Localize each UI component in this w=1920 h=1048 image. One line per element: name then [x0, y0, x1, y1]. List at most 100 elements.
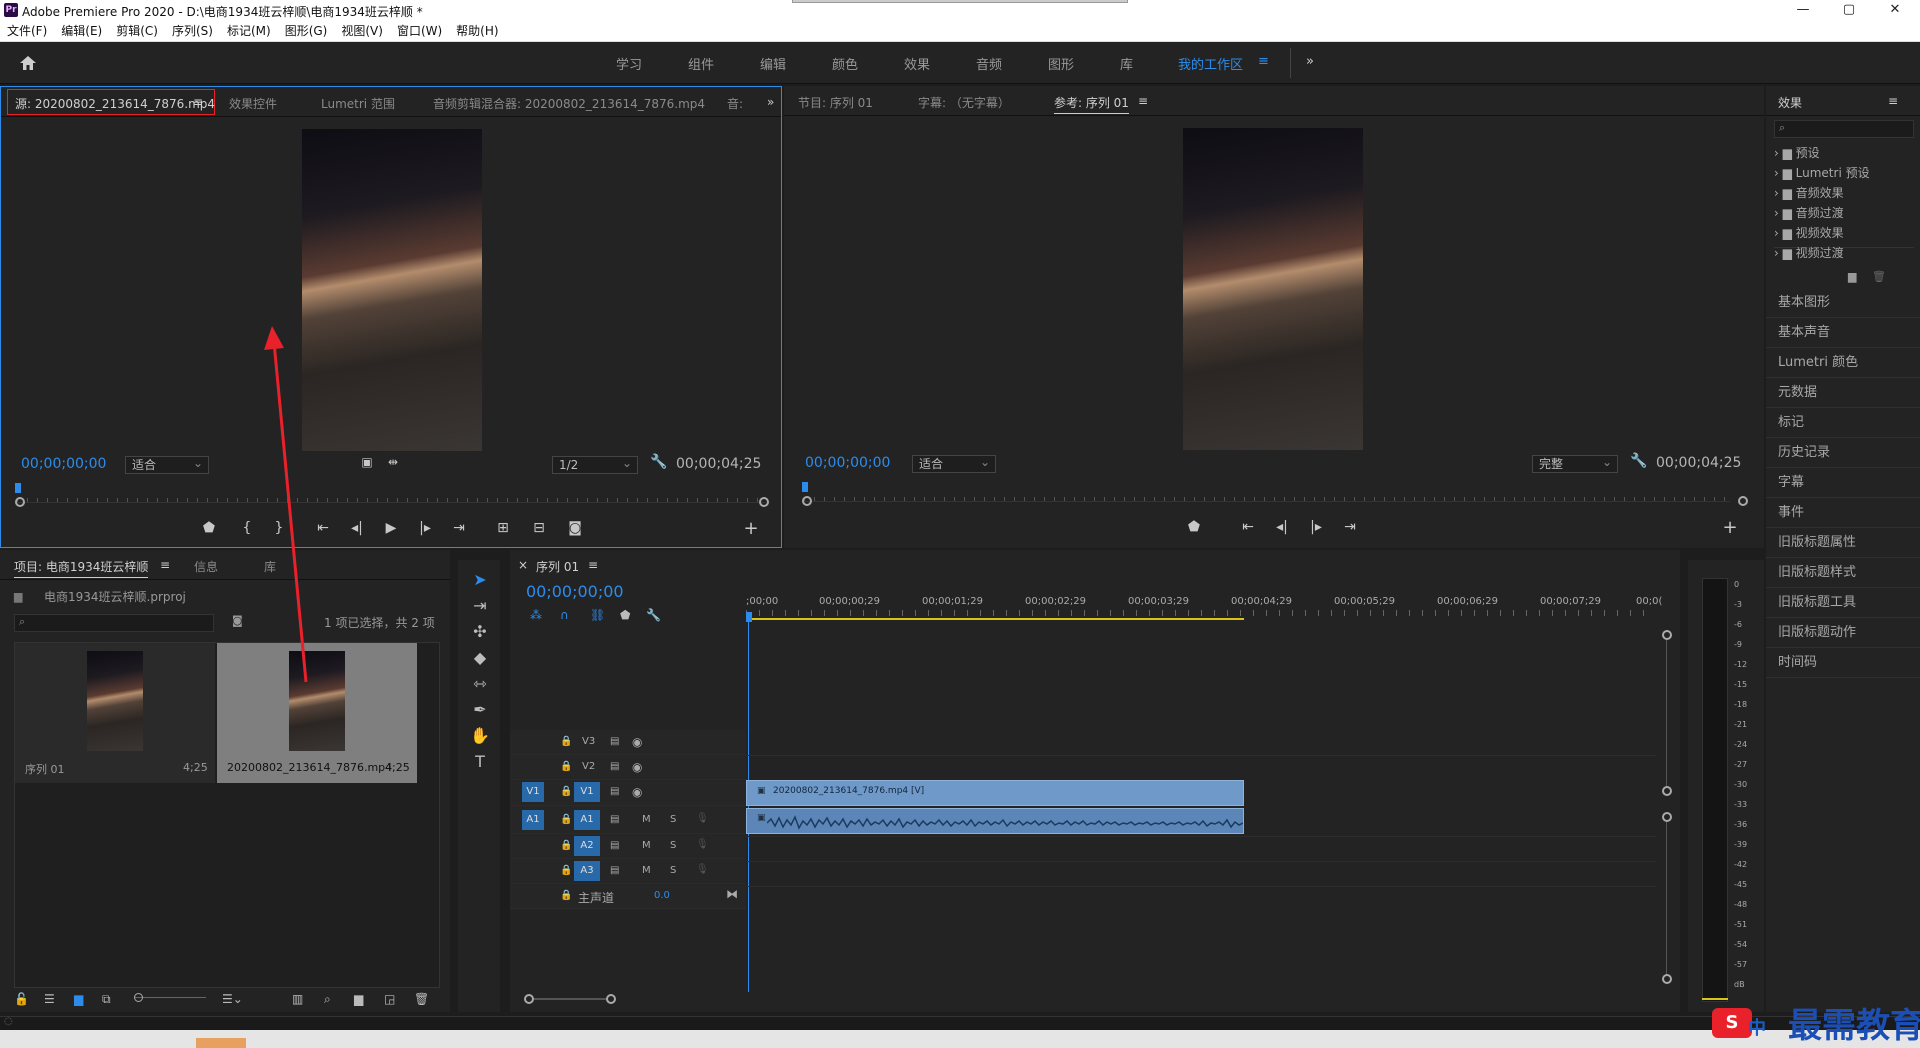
- menu-edit[interactable]: 编辑(E): [54, 20, 109, 42]
- source-time-ruler[interactable]: [17, 489, 765, 503]
- source-patch-v1[interactable]: V1: [522, 782, 544, 802]
- go-to-in-icon[interactable]: ⇤: [313, 520, 333, 536]
- workspace-editing[interactable]: 编辑: [760, 54, 786, 73]
- tab-sequence[interactable]: 序列 01: [536, 558, 579, 575]
- effects-folder-audio-effects[interactable]: › ▆ 音频效果: [1774, 184, 1844, 201]
- close-button[interactable]: ✕: [1872, 0, 1918, 20]
- solo-button[interactable]: S: [670, 814, 676, 825]
- solo-button[interactable]: S: [670, 865, 676, 876]
- panel-metadata[interactable]: 元数据: [1766, 378, 1920, 408]
- panel-captions[interactable]: 字幕: [1766, 468, 1920, 498]
- icon-view-icon[interactable]: ▆: [74, 992, 83, 1006]
- menu-view[interactable]: 视图(V): [334, 20, 390, 42]
- minimize-button[interactable]: —: [1780, 0, 1826, 20]
- lock-icon[interactable]: 🔓: [14, 992, 29, 1006]
- workspace-libraries[interactable]: 库: [1120, 54, 1133, 73]
- vscroll-handle-bottom[interactable]: [1662, 974, 1672, 984]
- go-to-end-icon[interactable]: ⧓: [726, 887, 738, 901]
- eye-icon[interactable]: ◉: [632, 735, 642, 749]
- menu-window[interactable]: 窗口(W): [390, 20, 449, 42]
- source-resolution-select[interactable]: 1/2: [552, 455, 638, 474]
- effects-search-input[interactable]: ⌕: [1774, 120, 1914, 138]
- source-tabs-more-icon[interactable]: »: [767, 95, 774, 109]
- tab-audio-more[interactable]: 音:: [727, 95, 743, 112]
- program-tab-menu-icon[interactable]: ≡: [1138, 94, 1148, 108]
- vscroll-handle-audio[interactable]: [1662, 812, 1672, 822]
- microphone-icon[interactable]: 🎙: [696, 813, 709, 824]
- menu-clip[interactable]: 剪辑(C): [109, 20, 165, 42]
- maximize-button[interactable]: ▢: [1826, 0, 1872, 20]
- track-select-tool-icon[interactable]: ⇥: [468, 596, 492, 615]
- effects-folder-presets[interactable]: › ▆ 预设: [1774, 144, 1820, 161]
- tab-effect-controls[interactable]: 效果控件: [229, 95, 277, 112]
- workspace-graphics[interactable]: 图形: [1048, 54, 1074, 73]
- workspace-menu-icon[interactable]: ≡: [1258, 54, 1269, 69]
- lock-icon[interactable]: 🔒: [560, 786, 572, 797]
- selection-tool-icon[interactable]: ➤: [468, 570, 492, 589]
- new-item-icon[interactable]: ◲: [384, 992, 395, 1006]
- panel-legacy-title-actions[interactable]: 旧版标题动作: [1766, 618, 1920, 648]
- program-timecode[interactable]: 00;00;00;00: [805, 455, 890, 471]
- source-playhead[interactable]: [15, 483, 21, 493]
- program-button-editor-plus-icon[interactable]: +: [1720, 517, 1740, 538]
- tab-audio-clip-mixer[interactable]: 音频剪辑混合器: 20200802_213614_7876.mp4: [433, 95, 705, 112]
- zoom-slider[interactable]: [134, 997, 206, 998]
- toggle-sync-icon[interactable]: ▤: [610, 761, 619, 772]
- find-bin-icon[interactable]: ◙: [232, 614, 243, 627]
- export-frame-camera-icon[interactable]: ◙: [565, 520, 585, 536]
- vscroll-track-audio[interactable]: [1666, 822, 1667, 974]
- project-search-input[interactable]: ⌕: [14, 614, 214, 632]
- panel-events[interactable]: 事件: [1766, 498, 1920, 528]
- list-view-icon[interactable]: ☰: [44, 992, 55, 1006]
- toggle-sync-icon[interactable]: ▤: [610, 865, 619, 876]
- program-go-to-out-icon[interactable]: ⇥: [1340, 519, 1360, 535]
- program-playhead[interactable]: [802, 482, 808, 492]
- lock-icon[interactable]: 🔒: [560, 761, 572, 772]
- workspace-color[interactable]: 颜色: [832, 54, 858, 73]
- add-marker-icon[interactable]: ⬟: [199, 520, 219, 536]
- timeline-close-icon[interactable]: ×: [518, 558, 528, 572]
- linked-selection-icon[interactable]: ⛓: [590, 608, 605, 622]
- lock-icon[interactable]: 🔒: [560, 840, 572, 851]
- safe-margins-icon[interactable]: ▣: [357, 455, 377, 469]
- pen-tool-icon[interactable]: ✒: [468, 700, 492, 719]
- hscroll-end-handle[interactable]: [606, 994, 616, 1004]
- work-area-bar[interactable]: [746, 618, 1244, 620]
- effects-menu-icon[interactable]: ≡: [1888, 94, 1898, 108]
- ripple-edit-tool-icon[interactable]: ✣: [468, 622, 492, 641]
- program-go-to-in-icon[interactable]: ⇤: [1238, 519, 1258, 535]
- source-settings-wrench-icon[interactable]: 🔧: [649, 454, 669, 470]
- mute-button[interactable]: M: [642, 865, 651, 876]
- vscroll-handle-mid[interactable]: [1662, 786, 1672, 796]
- tab-project[interactable]: 项目: 电商1934班云梓顺: [14, 558, 149, 578]
- program-zoom-end-handle[interactable]: [1738, 496, 1748, 506]
- tab-source[interactable]: 源: 20200802_213614_7876.mp4: [15, 95, 215, 112]
- timeline-marker-icon[interactable]: ⬟: [620, 608, 630, 622]
- freeform-view-icon[interactable]: ⧉: [102, 992, 111, 1007]
- program-step-forward-icon[interactable]: |▸: [1306, 519, 1326, 535]
- vscroll-handle-top[interactable]: [1662, 630, 1672, 640]
- overwrite-icon[interactable]: ⊟: [529, 520, 549, 536]
- source-timecode[interactable]: 00;00;00;00: [21, 456, 106, 472]
- home-icon[interactable]: [18, 53, 38, 73]
- delete-icon[interactable]: 🗑: [1872, 270, 1886, 283]
- toggle-sync-icon[interactable]: ▤: [610, 840, 619, 851]
- video-clip-v1[interactable]: ▣ 20200802_213614_7876.mp4 [V]: [746, 780, 1244, 806]
- tab-info[interactable]: 信息: [194, 558, 218, 575]
- track-target-a1[interactable]: A1: [574, 810, 600, 830]
- project-item-clip[interactable]: 20200802_213614_7876.mp4 4;25: [217, 643, 417, 783]
- vscroll-track-video[interactable]: [1666, 640, 1667, 786]
- track-target-a2[interactable]: A2: [574, 836, 600, 856]
- track-target-v1[interactable]: V1: [574, 782, 600, 802]
- workspace-my[interactable]: 我的工作区: [1178, 54, 1243, 73]
- timeline-menu-icon[interactable]: ≡: [588, 558, 598, 572]
- program-add-marker-icon[interactable]: ⬟: [1184, 519, 1204, 535]
- panel-essential-graphics[interactable]: 基本图形: [1766, 288, 1920, 318]
- effects-folder-audio-transitions[interactable]: › ▆ 音频过渡: [1774, 204, 1844, 221]
- panel-timecode[interactable]: 时间码: [1766, 648, 1920, 678]
- workspace-assembly[interactable]: 组件: [688, 54, 714, 73]
- tab-lumetri-scopes[interactable]: Lumetri 范围: [321, 95, 395, 112]
- snap-magnet-icon[interactable]: ∩: [560, 608, 569, 622]
- panel-legacy-title-styles[interactable]: 旧版标题样式: [1766, 558, 1920, 588]
- hscroll-bar[interactable]: [534, 998, 606, 1000]
